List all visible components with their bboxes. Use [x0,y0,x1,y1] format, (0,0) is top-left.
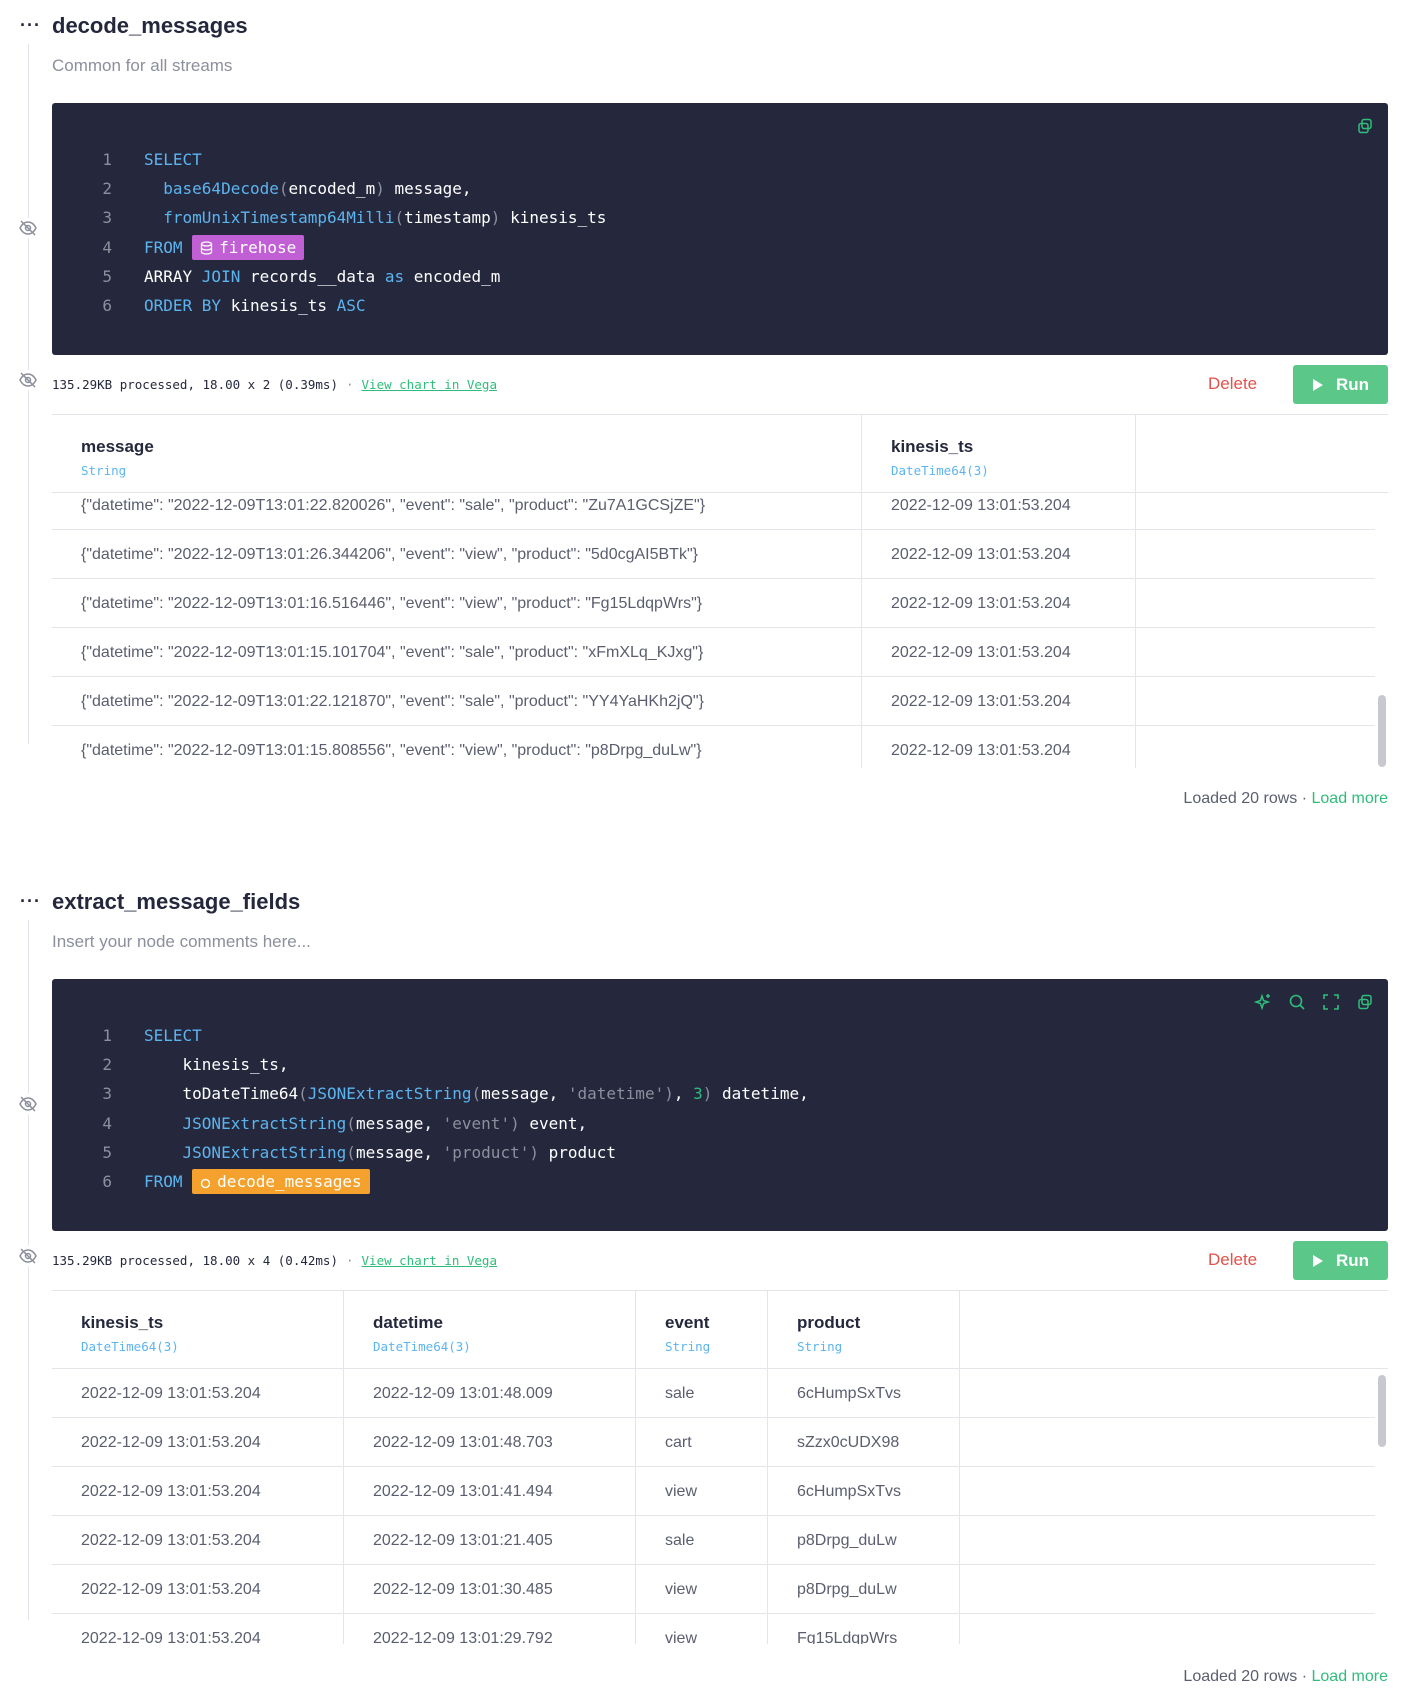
table-row[interactable]: {"datetime": "2022-12-09T13:01:15.101704… [52,628,1375,677]
node-title[interactable]: extract_message_fields [52,889,300,915]
view-chart-vega-link[interactable]: View chart in Vega [362,1253,497,1268]
eye-off-icon[interactable] [18,1094,38,1114]
table-row[interactable]: {"datetime": "2022-12-09T13:01:16.516446… [52,579,1375,628]
view-chart-vega-link[interactable]: View chart in Vega [362,377,497,392]
editor-toolbar [1356,117,1374,135]
eye-off-icon[interactable] [18,370,38,390]
datasource-tag-firehose[interactable]: firehose [192,234,305,260]
table-footer: Loaded 20 rows · Load more [1183,1668,1389,1685]
load-more-link[interactable]: Load more [1312,1668,1389,1685]
column-header[interactable]: datetime DateTime64(3) [344,1291,636,1369]
query-stats: 135.29KB processed, 18.00 x 2 (0.39ms) · V… [52,377,497,392]
node-extract-message-fields: ··· extract_message_fields Insert your n… [0,876,1412,1696]
sql-editor[interactable]: 1 SELECT 2 kinesis_ts, 3 toDateTime64(JSO… [52,979,1388,1231]
database-icon [201,240,213,255]
table-row[interactable]: {"datetime": "2022-12-09T13:01:15.808556… [52,726,1375,768]
table-row[interactable]: 2022-12-09 13:01:53.204 2022-12-09 13:01:… [52,1418,1375,1467]
node-circle-icon [200,1178,211,1189]
line-number: 3 [102,208,112,228]
column-header[interactable]: message String [52,415,862,493]
delete-button[interactable]: Delete [1208,374,1257,394]
eye-off-icon[interactable] [18,218,38,238]
table-row[interactable]: 2022-12-09 13:01:53.204 2022-12-09 13:01:… [52,1516,1375,1565]
more-dots-icon[interactable]: ··· [20,16,41,34]
line-number: 2 [102,1055,112,1075]
table-row[interactable]: 2022-12-09 13:01:53.204 2022-12-09 13:01:… [52,1614,1375,1644]
editor-toolbar [1253,993,1374,1011]
run-button[interactable]: Run [1293,365,1388,404]
load-more-link[interactable]: Load more [1312,790,1389,807]
play-icon [1312,1254,1323,1267]
node-rail [28,920,29,1620]
table-footer: Loaded 20 rows · Load more [1183,790,1389,807]
table-row[interactable]: {"datetime": "2022-12-09T13:01:22.121870… [52,677,1375,726]
column-header[interactable]: kinesis_ts DateTime64(3) [52,1291,344,1369]
sparkle-icon[interactable] [1253,993,1272,1011]
column-header[interactable]: product String [768,1291,960,1369]
table-row[interactable]: {"datetime": "2022-12-09T13:01:26.344206… [52,530,1375,579]
line-number: 2 [102,179,112,199]
more-dots-icon[interactable]: ··· [20,892,41,910]
delete-button[interactable]: Delete [1208,1250,1257,1270]
line-number: 6 [102,1171,112,1191]
line-number: 4 [102,1113,112,1133]
sql-editor[interactable]: 1 SELECT 2 base64Decode(encoded_m) messag… [52,103,1388,355]
copy-icon[interactable] [1356,993,1374,1011]
node-title[interactable]: decode_messages [52,13,248,39]
line-number: 1 [102,150,112,169]
table-scrollbar[interactable] [1378,695,1386,767]
table-header: kinesis_ts DateTime64(3) datetime DateTime… [52,1291,1388,1369]
table-scrollbar[interactable] [1378,1375,1386,1447]
table-row[interactable]: 2022-12-09 13:01:53.204 2022-12-09 13:01:… [52,1467,1375,1516]
eye-off-icon[interactable] [18,1246,38,1266]
table-row[interactable]: 2022-12-09 13:01:53.204 2022-12-09 13:01:… [52,1369,1375,1418]
expand-icon[interactable] [1322,993,1340,1011]
copy-icon[interactable] [1356,117,1374,135]
line-number: 3 [102,1084,112,1104]
node-rail [28,44,29,744]
node-tag-decode-messages[interactable]: decode_messages [192,1168,370,1194]
play-icon [1312,378,1323,391]
node-description[interactable]: Insert your node comments here... [52,932,311,952]
column-header[interactable]: kinesis_ts DateTime64(3) [862,415,1136,493]
table-header: message String kinesis_ts DateTime64(3) [52,415,1388,493]
line-number: 1 [102,1026,112,1045]
run-button[interactable]: Run [1293,1241,1388,1280]
line-number: 6 [102,295,112,315]
query-stats: 135.29KB processed, 18.00 x 4 (0.42ms) · V… [52,1253,497,1268]
results-table[interactable]: message String kinesis_ts DateTime64(3) {"… [52,414,1388,768]
results-table[interactable]: kinesis_ts DateTime64(3) datetime DateTime… [52,1290,1388,1644]
column-header[interactable]: event String [636,1291,768,1369]
node-decode-messages: ··· decode_messages Common for all strea… [0,0,1412,850]
line-number: 4 [102,237,112,257]
table-row[interactable]: 2022-12-09 13:01:53.204 2022-12-09 13:01:… [52,1565,1375,1614]
line-number: 5 [102,1142,112,1162]
search-icon[interactable] [1288,993,1306,1011]
node-description[interactable]: Common for all streams [52,56,232,76]
line-number: 5 [102,266,112,286]
